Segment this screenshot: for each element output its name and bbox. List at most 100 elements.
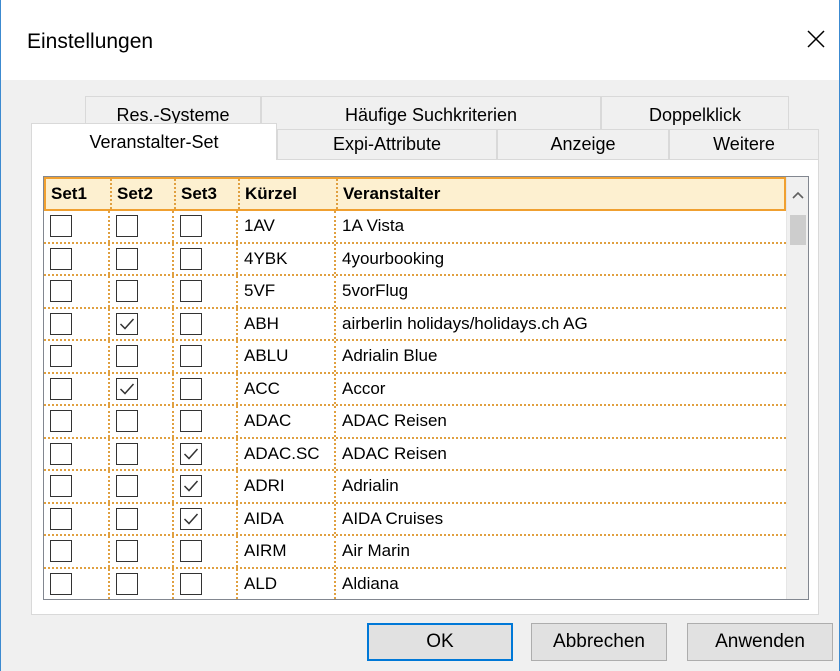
set3-checkbox[interactable] — [180, 280, 202, 303]
checkmark-icon — [183, 448, 199, 460]
set3-checkbox[interactable] — [180, 312, 202, 335]
set1-cell — [44, 243, 110, 274]
set3-checkbox[interactable] — [180, 247, 202, 270]
set1-cell — [44, 438, 110, 469]
operator-table: Set1 Set2 Set3 Kürzel Veranstalter 1AV 1A… — [43, 176, 809, 600]
set3-checkbox[interactable] — [180, 345, 202, 368]
set3-cell — [174, 211, 238, 242]
table-row[interactable]: ABLU Adrialin Blue — [44, 341, 786, 374]
set2-checkbox[interactable] — [116, 345, 138, 368]
set1-checkbox[interactable] — [50, 410, 72, 433]
set3-checkbox[interactable] — [180, 507, 202, 530]
table-row[interactable]: AIRM Air Marin — [44, 536, 786, 569]
set1-checkbox[interactable] — [50, 345, 72, 368]
set1-checkbox[interactable] — [50, 280, 72, 303]
table-row[interactable]: ADAC ADAC Reisen — [44, 406, 786, 439]
set3-checkbox[interactable] — [180, 410, 202, 433]
code-cell: 1AV — [238, 211, 336, 242]
code-cell: ABH — [238, 308, 336, 339]
set2-cell — [110, 341, 174, 372]
table-row[interactable]: ADRI Adrialin — [44, 471, 786, 504]
set3-checkbox[interactable] — [180, 475, 202, 498]
set1-cell — [44, 568, 110, 599]
set2-checkbox[interactable] — [116, 312, 138, 335]
tab-expi-attribute[interactable]: Expi-Attribute — [277, 129, 497, 160]
scroll-up-button[interactable] — [787, 177, 808, 213]
apply-button[interactable]: Anwenden — [687, 623, 833, 661]
set2-checkbox[interactable] — [116, 215, 138, 238]
set3-cell — [174, 568, 238, 599]
ok-button[interactable]: OK — [367, 623, 513, 661]
set3-checkbox[interactable] — [180, 540, 202, 563]
operator-name-cell: Adrialin Blue — [342, 346, 438, 366]
table-row[interactable]: 1AV 1A Vista — [44, 211, 786, 244]
set1-checkbox[interactable] — [50, 247, 72, 270]
set2-cell — [110, 211, 174, 242]
set2-checkbox[interactable] — [116, 442, 138, 465]
table-row[interactable]: 4YBK 4yourbooking — [44, 243, 786, 276]
set2-cell — [110, 243, 174, 274]
close-icon — [807, 30, 825, 48]
set3-checkbox[interactable] — [180, 377, 202, 400]
chevron-up-icon — [792, 191, 804, 199]
set3-checkbox[interactable] — [180, 215, 202, 238]
code-cell: ADAC — [238, 406, 336, 437]
set2-cell — [110, 308, 174, 339]
set2-checkbox[interactable] — [116, 247, 138, 270]
set1-checkbox[interactable] — [50, 215, 72, 238]
code-cell: AIRM — [238, 536, 336, 567]
scrollbar-thumb[interactable] — [790, 215, 806, 245]
set3-checkbox[interactable] — [180, 442, 202, 465]
set3-cell — [174, 276, 238, 307]
set1-checkbox[interactable] — [50, 442, 72, 465]
set2-checkbox[interactable] — [116, 410, 138, 433]
set1-checkbox[interactable] — [50, 572, 72, 595]
table-row[interactable]: AIDA AIDA Cruises — [44, 503, 786, 536]
column-header-set1[interactable]: Set1 — [46, 179, 112, 209]
tab-veranstalter-set[interactable]: Veranstalter-Set — [31, 123, 277, 160]
set2-checkbox[interactable] — [116, 540, 138, 563]
title-bar: Einstellungen — [1, 0, 839, 80]
table-row[interactable]: ADAC.SC ADAC Reisen — [44, 438, 786, 471]
set2-checkbox[interactable] — [116, 280, 138, 303]
table-header: Set1 Set2 Set3 Kürzel Veranstalter — [44, 177, 786, 211]
code-cell: ADAC.SC — [238, 438, 336, 469]
column-header-kuerzel[interactable]: Kürzel — [240, 179, 338, 209]
column-header-set3[interactable]: Set3 — [176, 179, 240, 209]
set3-cell — [174, 471, 238, 502]
tab-anzeige[interactable]: Anzeige — [497, 129, 669, 160]
set3-cell — [174, 341, 238, 372]
checkmark-icon — [119, 318, 135, 330]
operator-name-cell: ADAC Reisen — [342, 443, 447, 463]
table-body: 1AV 1A Vista 4YBK 4yourbooking 5VF 5vorFlug AB… — [44, 211, 786, 599]
checkmark-icon — [183, 513, 199, 525]
set2-checkbox[interactable] — [116, 475, 138, 498]
set1-checkbox[interactable] — [50, 540, 72, 563]
operator-name-cell: 4yourbooking — [342, 248, 445, 268]
column-header-set2[interactable]: Set2 — [112, 179, 176, 209]
tab-weitere[interactable]: Weitere — [669, 129, 819, 160]
vertical-scrollbar[interactable] — [786, 177, 808, 599]
code-cell: 4YBK — [238, 243, 336, 274]
set3-cell — [174, 243, 238, 274]
operator-name-cell: Adrialin — [342, 476, 399, 496]
set2-checkbox[interactable] — [116, 572, 138, 595]
table-row[interactable]: 5VF 5vorFlug — [44, 276, 786, 309]
set1-checkbox[interactable] — [50, 377, 72, 400]
set3-checkbox[interactable] — [180, 572, 202, 595]
code-cell: ACC — [238, 373, 336, 404]
set1-checkbox[interactable] — [50, 312, 72, 335]
set2-checkbox[interactable] — [116, 377, 138, 400]
table-row[interactable]: ABH airberlin holidays/holidays.ch AG — [44, 308, 786, 341]
settings-dialog: Einstellungen Res.-Systeme Häufige Suchk… — [0, 0, 840, 671]
set1-cell — [44, 341, 110, 372]
set1-cell — [44, 373, 110, 404]
table-row[interactable]: ACC Accor — [44, 373, 786, 406]
cancel-button[interactable]: Abbrechen — [531, 623, 667, 661]
close-button[interactable] — [793, 14, 839, 64]
set2-checkbox[interactable] — [116, 507, 138, 530]
table-row[interactable]: ALD Aldiana — [44, 568, 786, 599]
set1-checkbox[interactable] — [50, 507, 72, 530]
column-header-veranstalter[interactable]: Veranstalter — [338, 179, 784, 209]
set1-checkbox[interactable] — [50, 475, 72, 498]
